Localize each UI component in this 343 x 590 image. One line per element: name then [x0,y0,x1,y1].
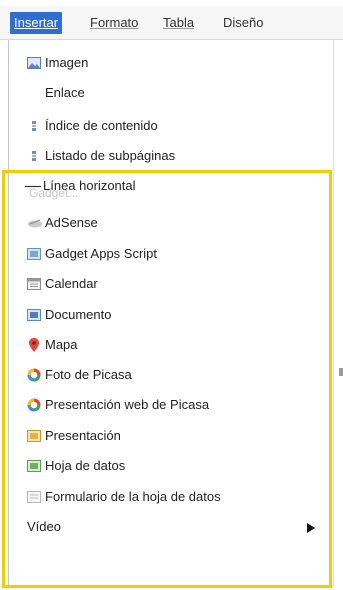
menu-item-formulario-hoja-datos[interactable]: Formulario de la hoja de datos [5,485,325,509]
menu-item-calendar[interactable]: Calendar [5,272,325,296]
menu-item-presentacion[interactable]: Presentación [5,424,325,448]
menu-tabla[interactable]: Tabla [159,12,198,34]
menu-item-label: Gadget Apps Script [45,246,158,261]
menu-insertar[interactable]: Insertar [10,12,63,34]
presentation-icon [27,430,41,442]
menu-item-label: Imagen [45,55,89,70]
apps-script-icon [27,248,41,260]
menu-item-label: Listado de subpáginas [45,148,176,163]
menu-item-imagen[interactable]: Imagen [9,51,309,75]
image-icon [27,57,41,69]
menu-item-label: Documento [45,307,112,322]
menu-item-label: AdSense [45,215,98,230]
menu-item-mapa[interactable]: Mapa [5,333,325,357]
gadgets-section-label: Gadget... [29,186,79,200]
menu-item-gadget-apps-script[interactable]: Gadget Apps Script [5,242,325,266]
document-icon [27,309,41,321]
picasa-icon [27,368,41,382]
menu-item-label: Calendar [45,276,98,291]
spreadsheet-icon [27,460,41,472]
calendar-icon [27,278,41,290]
menu-item-adsense[interactable]: AdSense [5,211,325,235]
menu-diseno[interactable]: Diseño [219,12,267,34]
scrollbar-handle[interactable] [339,368,343,376]
menu-item-documento[interactable]: Documento [5,303,325,327]
menu-item-label: Presentación [45,428,121,443]
menu-item-label: Mapa [45,337,78,352]
menu-item-indice[interactable]: Índice de contenido [9,114,309,138]
subpages-icon [32,151,36,161]
menu-item-listado[interactable]: Listado de subpáginas [9,144,309,168]
menu-item-hoja-datos[interactable]: Hoja de datos [5,454,325,478]
menu-item-enlace[interactable]: Enlace [9,81,309,105]
submenu-arrow-icon [307,523,315,533]
menu-item-label: Presentación web de Picasa [45,397,210,412]
menu-item-label: Foto de Picasa [45,367,132,382]
menu-item-label: Hoja de datos [45,458,126,473]
picasa-icon [27,398,41,412]
menu-bar: Insertar Formato Tabla Diseño [0,6,343,40]
map-pin-icon [29,338,39,352]
toc-icon [32,121,36,131]
menu-item-label: Formulario de la hoja de datos [45,489,221,504]
menu-item-label: Enlace [45,85,85,100]
gadgets-highlight-box: Gadget... AdSense Gadget Apps Script Cal… [2,170,332,588]
form-icon [27,491,41,503]
menu-item-label: Índice de contenido [45,118,158,133]
editor-root: Insertar Formato Tabla Diseño Imagen Enl… [0,0,343,590]
menu-item-label: Vídeo [27,519,61,534]
menu-formato[interactable]: Formato [86,12,142,34]
menu-item-video[interactable]: Vídeo [5,515,325,539]
menu-item-foto-picasa[interactable]: Foto de Picasa [5,363,325,387]
menu-item-presentacion-web-picasa[interactable]: Presentación web de Picasa [5,393,325,417]
adsense-icon [28,219,42,228]
